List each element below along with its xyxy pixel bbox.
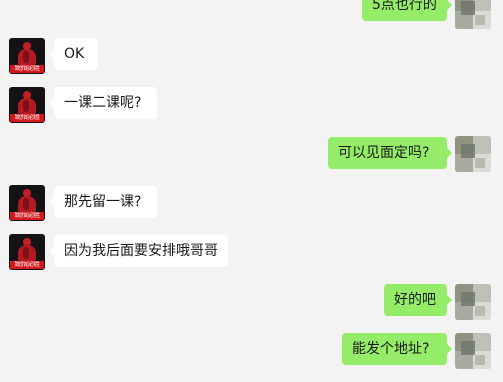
message-bubble-outgoing[interactable]: 5点也行的 xyxy=(362,0,452,21)
avatar-banner-text: 致|悟|必胜 xyxy=(10,114,44,122)
message-bubble-incoming[interactable]: 因为我后面要安排哦哥哥 xyxy=(49,235,228,267)
message-text: 因为我后面要安排哦哥哥 xyxy=(64,243,218,259)
message-text: 一课二课呢? xyxy=(64,95,142,111)
contact-avatar[interactable]: 致|悟|必胜 xyxy=(9,87,45,123)
chat-message-list[interactable]: 5点也行的 致|悟|必胜 OK 致|悟|必胜 一课二课呢? 可以见面定吗? 致|… xyxy=(0,0,503,382)
my-avatar[interactable] xyxy=(455,136,491,172)
message-bubble-outgoing[interactable]: 好的吧 xyxy=(384,284,452,316)
avatar-banner-text: 致|悟|必胜 xyxy=(10,212,44,220)
message-text: 可以见面定吗? xyxy=(338,145,430,161)
message-bubble-outgoing[interactable]: 可以见面定吗? xyxy=(328,137,452,169)
contact-avatar[interactable]: 致|悟|必胜 xyxy=(9,38,45,74)
contact-avatar[interactable]: 致|悟|必胜 xyxy=(9,234,45,270)
message-text: 那先留一课? xyxy=(64,194,142,210)
my-avatar[interactable] xyxy=(455,284,491,320)
my-avatar[interactable] xyxy=(455,333,491,369)
avatar-banner-text: 致|悟|必胜 xyxy=(10,65,44,73)
avatar-banner-text: 致|悟|必胜 xyxy=(10,261,44,269)
message-bubble-incoming[interactable]: 那先留一课? xyxy=(49,186,157,218)
message-text: 5点也行的 xyxy=(372,0,437,13)
message-bubble-incoming[interactable]: 一课二课呢? xyxy=(49,87,157,119)
message-bubble-outgoing[interactable]: 能发个地址? xyxy=(342,333,452,365)
contact-avatar[interactable]: 致|悟|必胜 xyxy=(9,185,45,221)
message-bubble-incoming[interactable]: OK xyxy=(49,38,98,70)
my-avatar[interactable] xyxy=(455,0,491,29)
message-text: OK xyxy=(64,46,85,62)
message-text: 能发个地址? xyxy=(352,341,430,357)
message-text: 好的吧 xyxy=(394,292,436,308)
